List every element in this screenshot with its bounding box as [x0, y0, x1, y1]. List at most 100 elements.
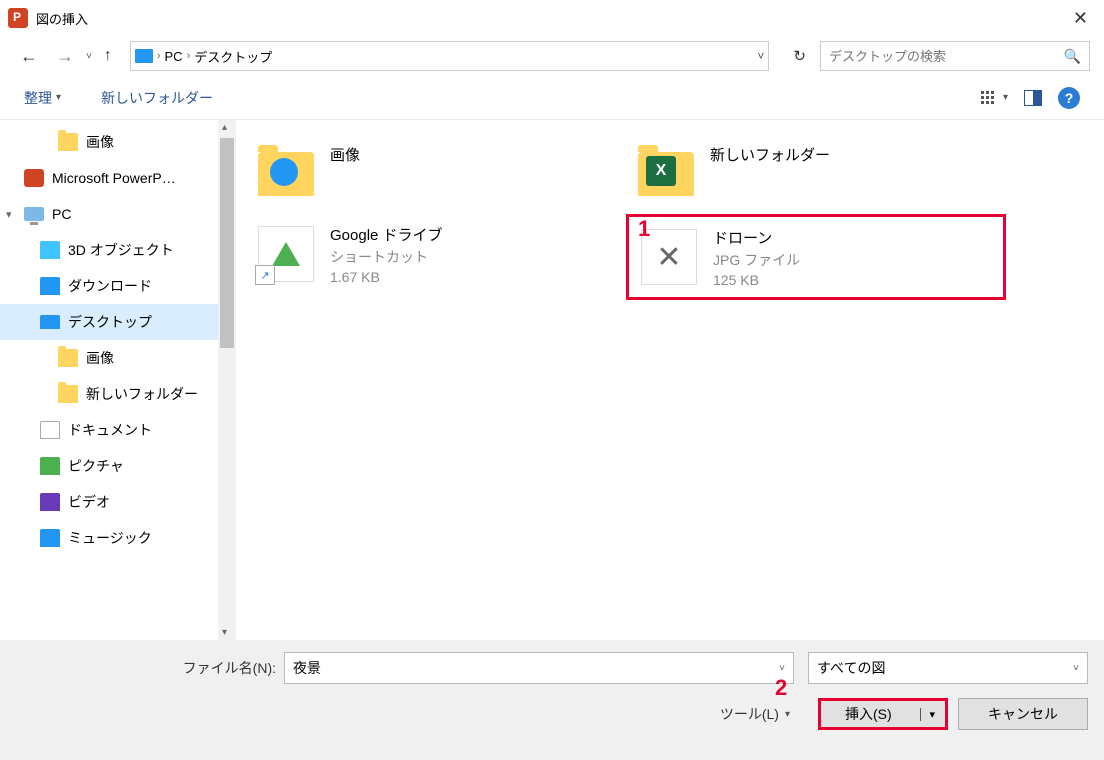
bottom-panel: ファイル名(N): 夜景 ˅ すべての図 ˅ ツール(L)▾ 挿入(S) ▾ キ… — [0, 640, 1104, 760]
folder-icon — [58, 133, 78, 151]
forward-button[interactable]: → — [50, 42, 80, 71]
file-size: 1.67 KB — [330, 269, 443, 285]
close-icon[interactable]: ✕ — [1065, 8, 1096, 29]
file-info: ドローンJPG ファイル 125 KB — [713, 225, 800, 288]
file-type: JPG ファイル — [713, 250, 800, 270]
folder-icon — [58, 385, 78, 403]
caret-icon[interactable]: ▾ — [6, 208, 12, 221]
sidebar-item-ダウンロード[interactable]: ダウンロード — [0, 268, 236, 304]
file-thumbnail — [634, 142, 698, 206]
titlebar: 図の挿入 ✕ — [0, 0, 1104, 36]
tools-menu[interactable]: ツール(L)▾ — [720, 704, 790, 724]
file-info: Google ドライブショートカット 1.67 KB — [330, 222, 443, 285]
new-folder-button[interactable]: 新しいフォルダー — [101, 88, 213, 108]
chevron-right-icon: › — [187, 50, 191, 62]
music-icon — [40, 529, 60, 547]
scrollbar-thumb[interactable] — [220, 138, 234, 348]
sidebar-item-3D オブジェクト[interactable]: 3D オブジェクト — [0, 232, 236, 268]
sidebar-item-画像[interactable]: 画像 — [0, 124, 236, 160]
file-name: Google ドライブ — [330, 224, 443, 245]
search-input[interactable] — [829, 49, 1064, 64]
cube-icon — [40, 241, 60, 259]
navigation-bar: ← → ˅ ↑ › PC › デスクトップ ˅ ↻ 🔍 — [0, 36, 1104, 76]
file-item[interactable]: 新しいフォルダー — [626, 134, 1006, 214]
file-name: ドローン — [713, 227, 800, 248]
sidebar-item-label: ピクチャ — [68, 456, 124, 476]
search-box[interactable]: 🔍 — [820, 41, 1090, 71]
folder-tree: 画像 Microsoft PowerP… ▾ PC 3D オブジェクトダウンロードデスク… — [0, 120, 236, 560]
sidebar-item-ピクチャ[interactable]: ピクチャ — [0, 448, 236, 484]
chevron-right-icon: › — [157, 50, 161, 62]
back-button[interactable]: ← — [14, 42, 44, 71]
file-info: 新しいフォルダー — [710, 142, 830, 165]
sidebar-item-ミュージック[interactable]: ミュージック — [0, 520, 236, 556]
sidebar-item-label: ミュージック — [68, 528, 152, 548]
sidebar-item-label: 画像 — [86, 348, 114, 368]
filetype-select[interactable]: すべての図 ˅ — [808, 652, 1088, 684]
sidebar-item-画像[interactable]: 画像 — [0, 340, 236, 376]
sidebar-item-label: PC — [52, 206, 71, 222]
sidebar: 画像 Microsoft PowerP… ▾ PC 3D オブジェクトダウンロードデスク… — [0, 120, 236, 640]
pc-icon — [135, 49, 153, 63]
file-item[interactable]: 画像 — [246, 134, 626, 214]
sidebar-item-label: 3D オブジェクト — [68, 240, 174, 260]
dl-icon — [40, 277, 60, 295]
view-options[interactable]: ▾ — [981, 91, 1008, 105]
powerpoint-icon — [8, 8, 28, 28]
chevron-down-icon[interactable]: ˅ — [779, 663, 785, 674]
sidebar-item-label: Microsoft PowerP… — [52, 170, 176, 186]
dialog-title: 図の挿入 — [36, 9, 88, 28]
sidebar-item-label: ダウンロード — [68, 276, 152, 296]
sidebar-item-label: デスクトップ — [68, 312, 152, 332]
chevron-down-icon[interactable]: ˅ — [1073, 663, 1079, 674]
sidebar-item-デスクトップ[interactable]: デスクトップ — [0, 304, 236, 340]
file-thumbnail — [254, 142, 318, 206]
view-icon — [981, 91, 999, 105]
sidebar-item-label: ビデオ — [68, 492, 110, 512]
folder-icon — [58, 349, 78, 367]
sidebar-item-ビデオ[interactable]: ビデオ — [0, 484, 236, 520]
file-type: ショートカット — [330, 247, 443, 267]
doc-icon — [40, 421, 60, 439]
breadcrumb-desktop[interactable]: デスクトップ — [194, 47, 272, 66]
up-button[interactable]: ↑ — [98, 43, 118, 69]
breadcrumb-pc[interactable]: PC — [165, 49, 183, 64]
insert-dropdown[interactable]: ▾ — [920, 708, 935, 721]
sidebar-item-label: 画像 — [86, 132, 114, 152]
file-name: 画像 — [330, 144, 360, 165]
cancel-button[interactable]: キャンセル — [958, 698, 1088, 730]
sidebar-item-ドキュメント[interactable]: ドキュメント — [0, 412, 236, 448]
file-list[interactable]: 画像新しいフォルダーGoogle ドライブショートカット1.67 KB✕ドローン… — [236, 120, 1104, 640]
vid-icon — [40, 493, 60, 511]
scrollbar[interactable] — [218, 120, 236, 640]
sidebar-item-label: 新しいフォルダー — [86, 384, 198, 404]
search-icon[interactable]: 🔍 — [1064, 48, 1081, 65]
callout-1: 1 — [638, 216, 650, 242]
filename-input[interactable]: 夜景 ˅ — [284, 652, 794, 684]
desktop-icon — [40, 315, 60, 329]
body-area: 画像 Microsoft PowerP… ▾ PC 3D オブジェクトダウンロードデスク… — [0, 120, 1104, 640]
sidebar-item-新しいフォルダー[interactable]: 新しいフォルダー — [0, 376, 236, 412]
sidebar-item-label: ドキュメント — [68, 420, 152, 440]
organize-menu[interactable]: 整理▾ — [24, 88, 61, 108]
toolbar: 整理▾ 新しいフォルダー ▾ ? — [0, 76, 1104, 120]
help-icon[interactable]: ? — [1058, 87, 1080, 109]
file-size: 125 KB — [713, 272, 800, 288]
sidebar-item-Microsoft PowerP…[interactable]: Microsoft PowerP… — [0, 160, 236, 196]
app-icon — [24, 169, 44, 187]
preview-pane-icon[interactable] — [1024, 90, 1042, 106]
history-dropdown[interactable]: ˅ — [86, 51, 92, 62]
file-item[interactable]: Google ドライブショートカット 1.67 KB — [246, 214, 626, 300]
file-item[interactable]: ✕ドローンJPG ファイル125 KB — [626, 214, 1006, 300]
filename-label: ファイル名(N): — [16, 658, 276, 678]
breadcrumb[interactable]: › PC › デスクトップ ˅ — [130, 41, 770, 71]
file-name: 新しいフォルダー — [710, 144, 830, 165]
sidebar-item-PC[interactable]: ▾ PC — [0, 196, 236, 232]
refresh-button[interactable]: ↻ — [785, 43, 814, 69]
chevron-down-icon[interactable]: ˅ — [757, 49, 764, 63]
callout-2: 2 — [775, 675, 787, 701]
pc-icon — [24, 207, 44, 221]
file-thumbnail — [254, 222, 318, 286]
insert-button[interactable]: 挿入(S) ▾ — [818, 698, 948, 730]
pic-icon — [40, 457, 60, 475]
